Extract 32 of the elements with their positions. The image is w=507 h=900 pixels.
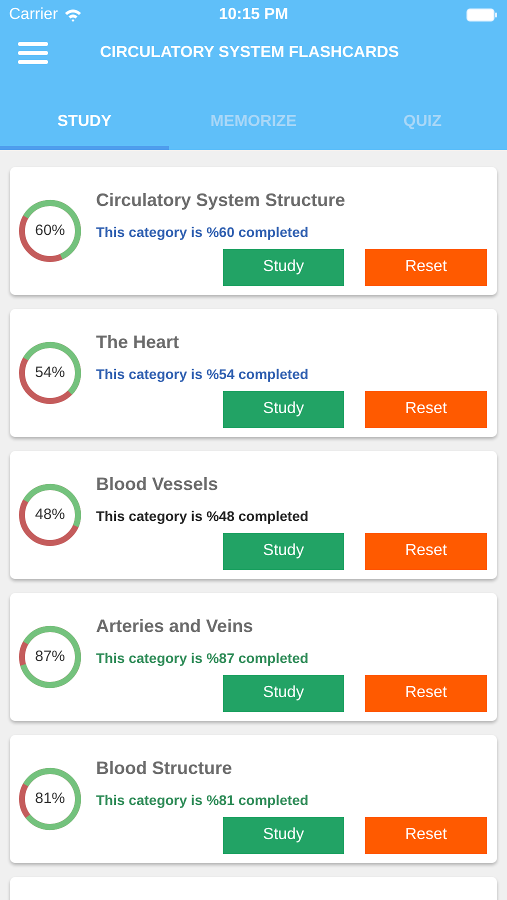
category-title: Blood Vessels: [96, 472, 220, 496]
study-button[interactable]: Study: [223, 816, 344, 854]
percent-label: 54%: [34, 362, 66, 383]
reset-button[interactable]: Reset: [365, 816, 487, 854]
reset-button[interactable]: Reset: [365, 248, 487, 286]
percent-label: 60%: [34, 220, 66, 241]
study-button[interactable]: Study: [223, 248, 344, 286]
study-button[interactable]: Study: [223, 674, 344, 712]
reset-button[interactable]: Reset: [365, 390, 487, 428]
app-title: CIRCULATORY SYSTEM FLASHCARDS: [100, 43, 399, 63]
carrier-label: Carrier: [9, 5, 58, 25]
percent-label: 48%: [34, 504, 66, 525]
reset-button[interactable]: Reset: [365, 532, 487, 570]
wifi-icon: [64, 8, 82, 22]
study-button[interactable]: Study: [223, 390, 344, 428]
percent-label: 81%: [34, 788, 66, 809]
study-button[interactable]: Study: [223, 532, 344, 570]
status-text: This category is %60 completed: [96, 222, 310, 242]
status-text: This category is %87 completed: [96, 648, 310, 668]
status-text: This category is %54 completed: [96, 364, 310, 384]
battery-icon: [466, 8, 498, 22]
category-title: Circulatory System Structure: [96, 188, 346, 212]
status-text: This category is %48 completed: [96, 506, 310, 526]
category-title: The Heart: [96, 330, 180, 354]
percent-label: 87%: [34, 646, 66, 667]
category-title: Arteries and Veins: [96, 614, 254, 638]
menu-button[interactable]: [18, 41, 48, 65]
category-title: Blood Structure: [96, 756, 234, 780]
tab[interactable]: STUDY: [0, 98, 169, 150]
status-text: This category is %81 completed: [96, 790, 310, 810]
reset-button[interactable]: Reset: [365, 674, 487, 712]
clock-label: 10:15 PM: [218, 5, 288, 25]
